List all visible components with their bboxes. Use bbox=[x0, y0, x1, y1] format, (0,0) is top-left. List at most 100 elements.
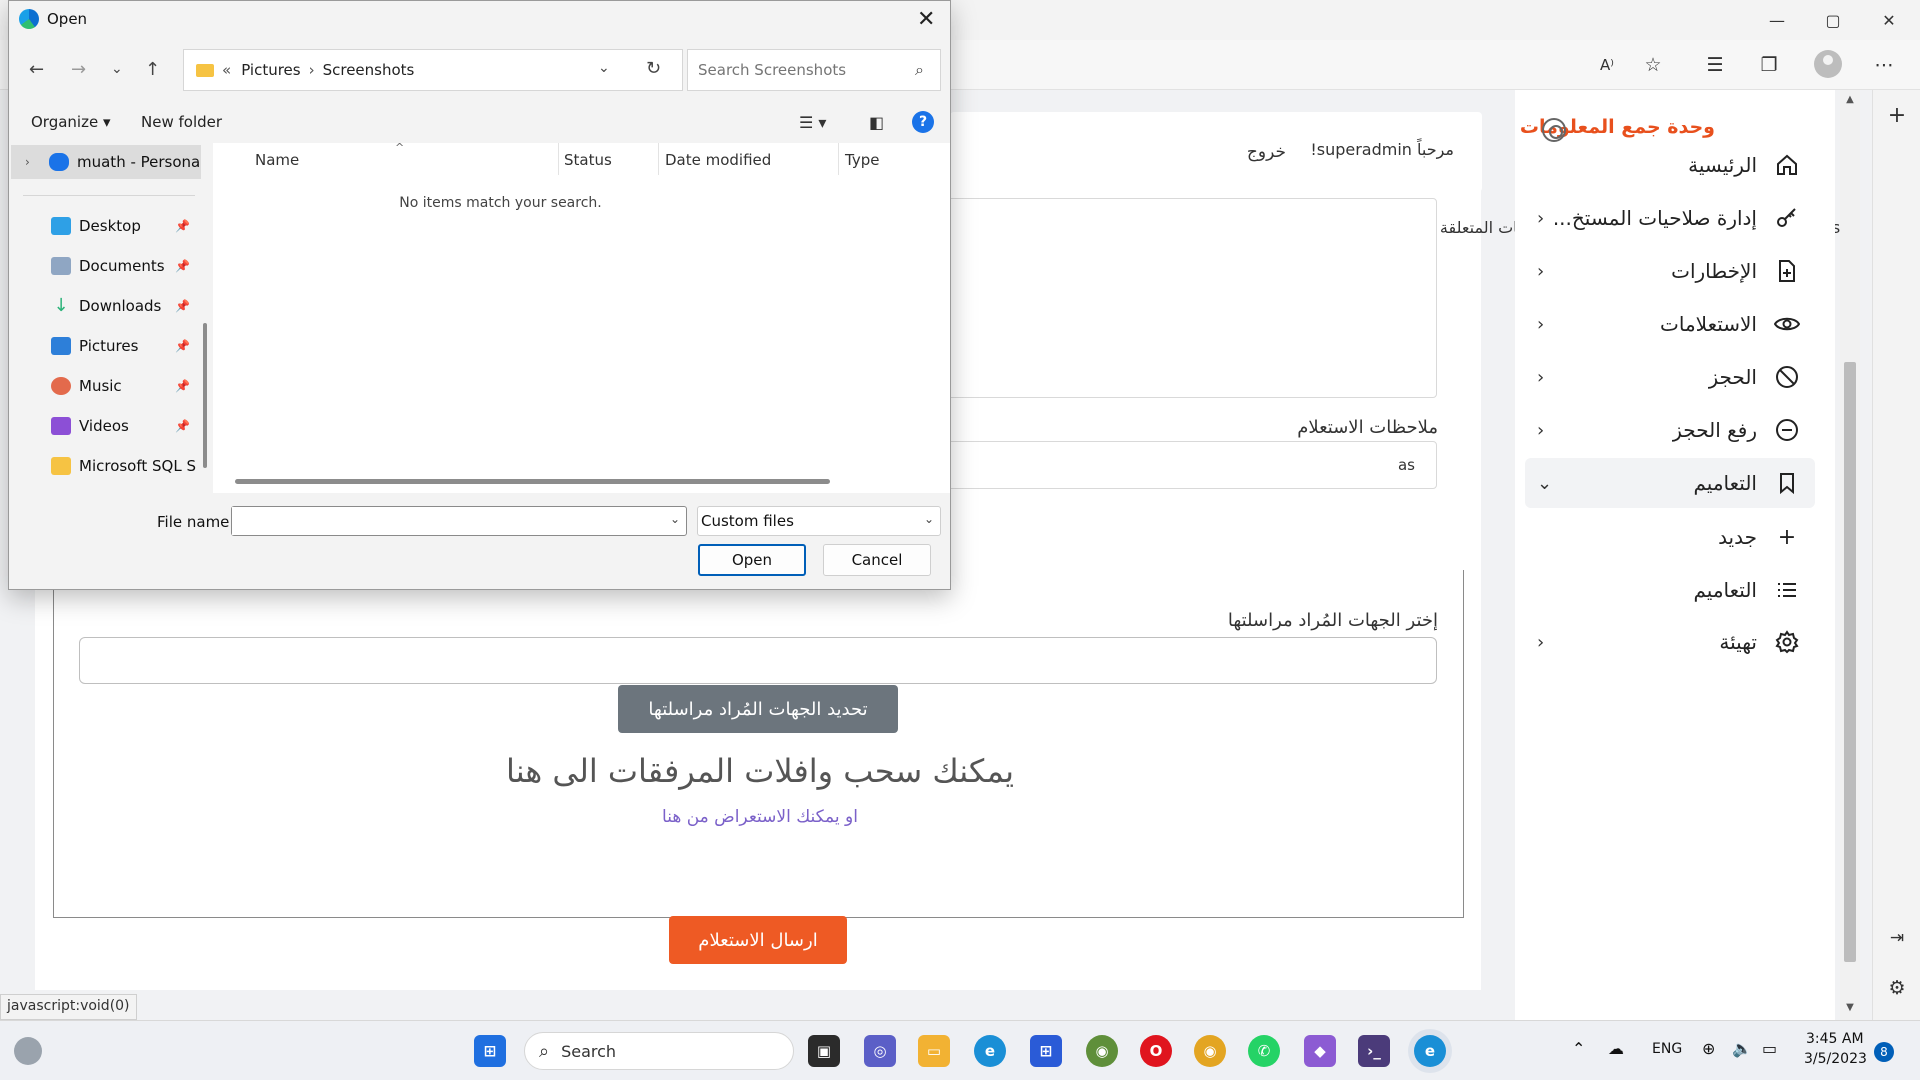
terminal-icon[interactable]: ›_ bbox=[1358, 1035, 1390, 1067]
task-view-icon[interactable]: ▣ bbox=[808, 1035, 840, 1067]
refresh-icon[interactable]: ↻ bbox=[646, 58, 661, 79]
file-name-input[interactable] bbox=[232, 507, 652, 535]
favorites-icon[interactable]: ☰ bbox=[1702, 52, 1728, 78]
nav-item-lift-seizure[interactable]: رفع الحجز ‹ bbox=[1525, 405, 1815, 455]
start-icon[interactable]: ⊞ bbox=[474, 1035, 506, 1067]
nav-item-settings[interactable]: تهيئة ‹ bbox=[1525, 617, 1815, 667]
dialog-titlebar: Open bbox=[19, 9, 87, 29]
column-header-status[interactable]: Status bbox=[564, 151, 612, 169]
close-icon[interactable]: ✕ bbox=[917, 7, 935, 32]
breadcrumb-item-screenshots[interactable]: Screenshots bbox=[323, 61, 415, 79]
pin-icon: 📌 bbox=[175, 339, 190, 353]
nav-item-home[interactable]: الرئيسية bbox=[1525, 140, 1815, 190]
network-icon[interactable]: ⊕ bbox=[1702, 1039, 1715, 1058]
clock-time[interactable]: 3:45 AM bbox=[1806, 1031, 1864, 1047]
tree-item-music[interactable]: Music 📌 bbox=[11, 369, 201, 403]
column-header-type[interactable]: Type bbox=[845, 151, 879, 169]
address-breadcrumb[interactable]: « Pictures › Screenshots ⌄ ↻ bbox=[183, 49, 683, 91]
nav-item-circulars[interactable]: التعاميم ⌄ bbox=[1525, 458, 1815, 508]
tree-item-onedrive[interactable]: › muath - Persona bbox=[11, 145, 201, 179]
tree-item-documents[interactable]: Documents 📌 bbox=[11, 249, 201, 283]
view-options-icon[interactable]: ☰ ▾ bbox=[799, 113, 826, 132]
select-recipients-button[interactable]: تحديد الجهات المُراد مراسلتها bbox=[618, 685, 898, 733]
chevron-down-icon[interactable]: ⌄ bbox=[670, 512, 680, 526]
nav-item-notifications[interactable]: الإخطارات ‹ bbox=[1525, 246, 1815, 296]
tree-item-desktop[interactable]: Desktop 📌 bbox=[11, 209, 201, 243]
more-icon[interactable]: ⋯ bbox=[1871, 52, 1897, 78]
profile-icon[interactable] bbox=[1814, 50, 1842, 78]
taskbar-search[interactable]: ⌕ Search bbox=[524, 1032, 794, 1070]
cancel-button[interactable]: Cancel bbox=[823, 544, 931, 576]
new-folder-button[interactable]: New folder bbox=[141, 113, 222, 131]
column-header-date[interactable]: Date modified bbox=[665, 151, 771, 169]
nav-item-inquiries[interactable]: الاستعلامات ‹ bbox=[1525, 299, 1815, 349]
scroll-down-icon[interactable]: ▼ bbox=[1844, 1002, 1856, 1013]
subnav-item-new[interactable]: + جديد bbox=[1525, 515, 1815, 559]
horizontal-scrollbar[interactable] bbox=[235, 479, 830, 484]
forward-arrow-icon[interactable]: → bbox=[71, 59, 86, 80]
minimize-button[interactable]: — bbox=[1754, 6, 1800, 34]
column-separator[interactable] bbox=[558, 143, 559, 175]
file-explorer-icon[interactable]: ▭ bbox=[918, 1035, 950, 1067]
chevron-down-icon[interactable]: ⌄ bbox=[598, 60, 610, 76]
tree-item-downloads[interactable]: ↓ Downloads 📌 bbox=[11, 289, 201, 323]
send-inquiry-button[interactable]: ارسال الاستعلام bbox=[669, 916, 847, 964]
preview-pane-icon[interactable]: ◧ bbox=[869, 113, 884, 132]
chrome-icon[interactable]: ◉ bbox=[1194, 1035, 1226, 1067]
edge-active-icon[interactable]: e bbox=[1414, 1035, 1446, 1067]
widgets-icon[interactable] bbox=[14, 1037, 42, 1065]
chrome-dev-icon[interactable]: ◉ bbox=[1086, 1035, 1118, 1067]
browse-link[interactable]: او يمكنك الاستعراض من هنا bbox=[560, 807, 960, 827]
tree-item-sql[interactable]: Microsoft SQL S bbox=[11, 449, 201, 483]
language-indicator[interactable]: ENG bbox=[1652, 1041, 1682, 1057]
collections-icon[interactable]: ❐ bbox=[1756, 52, 1782, 78]
breadcrumb-item-pictures[interactable]: Pictures bbox=[241, 61, 300, 79]
read-aloud-icon[interactable]: A⁾ bbox=[1594, 52, 1620, 78]
battery-icon[interactable]: ▭ bbox=[1762, 1039, 1777, 1058]
store-icon[interactable]: ⊞ bbox=[1030, 1035, 1062, 1067]
close-window-button[interactable]: ✕ bbox=[1866, 6, 1912, 34]
recipients-input[interactable] bbox=[79, 637, 1437, 684]
tree-item-pictures[interactable]: Pictures 📌 bbox=[11, 329, 201, 363]
scroll-thumb[interactable] bbox=[1844, 362, 1856, 962]
whatsapp-icon[interactable]: ✆ bbox=[1248, 1035, 1280, 1067]
teams-chat-icon[interactable]: ◎ bbox=[864, 1035, 896, 1067]
add-sidebar-icon[interactable]: + bbox=[1885, 104, 1909, 128]
tree-item-videos[interactable]: Videos 📌 bbox=[11, 409, 201, 443]
column-separator[interactable] bbox=[838, 143, 839, 175]
sidebar-toggle-icon[interactable] bbox=[1542, 118, 1566, 142]
file-name-combobox[interactable]: ⌄ bbox=[231, 506, 687, 536]
favorite-add-icon[interactable]: ☆ bbox=[1640, 52, 1666, 78]
up-arrow-icon[interactable]: ↑ bbox=[145, 59, 160, 80]
visual-studio-icon[interactable]: ◆ bbox=[1304, 1035, 1336, 1067]
file-type-select[interactable]: Custom files ⌄ bbox=[697, 506, 941, 536]
notification-badge[interactable]: 8 bbox=[1874, 1042, 1894, 1062]
scroll-up-icon[interactable]: ▲ bbox=[1844, 94, 1856, 105]
column-separator[interactable] bbox=[658, 143, 659, 175]
logout-link[interactable]: خروج bbox=[1247, 142, 1286, 162]
settings-icon[interactable]: ⚙ bbox=[1885, 976, 1909, 1000]
search-input[interactable] bbox=[688, 50, 888, 90]
open-button[interactable]: Open bbox=[698, 544, 806, 576]
onedrive-tray-icon[interactable]: ☁ bbox=[1608, 1039, 1624, 1058]
recent-locations-chevron-icon[interactable]: ⌄ bbox=[111, 61, 123, 77]
page-scrollbar[interactable]: ▲ ▼ bbox=[1840, 90, 1860, 1020]
clock-date[interactable]: 3/5/2023 bbox=[1804, 1051, 1867, 1067]
organize-button[interactable]: Organize ▾ bbox=[31, 113, 111, 131]
maximize-button[interactable]: ▢ bbox=[1810, 6, 1856, 34]
nav-pane-scrollbar[interactable] bbox=[203, 323, 207, 468]
show-hidden-icons-chevron[interactable]: ⌃ bbox=[1572, 1039, 1585, 1058]
notes-input[interactable] bbox=[945, 441, 1437, 489]
volume-icon[interactable]: 🔈 bbox=[1732, 1039, 1752, 1058]
nav-item-permissions[interactable]: إدارة صلاحيات المستخ... ‹ bbox=[1525, 193, 1815, 243]
opera-icon[interactable]: O bbox=[1140, 1035, 1172, 1067]
edge-icon[interactable]: e bbox=[974, 1035, 1006, 1067]
help-icon[interactable]: ? bbox=[912, 111, 934, 133]
nav-item-seizure[interactable]: الحجز ‹ bbox=[1525, 352, 1815, 402]
back-arrow-icon[interactable]: ← bbox=[29, 59, 44, 80]
subnav-item-circulars[interactable]: التعاميم bbox=[1525, 568, 1815, 612]
dialog-search[interactable]: ⌕ bbox=[687, 49, 941, 91]
hide-sidebar-icon[interactable]: ⇥ bbox=[1885, 926, 1909, 950]
column-header-name[interactable]: Name bbox=[255, 151, 299, 169]
message-textarea[interactable] bbox=[945, 198, 1437, 398]
